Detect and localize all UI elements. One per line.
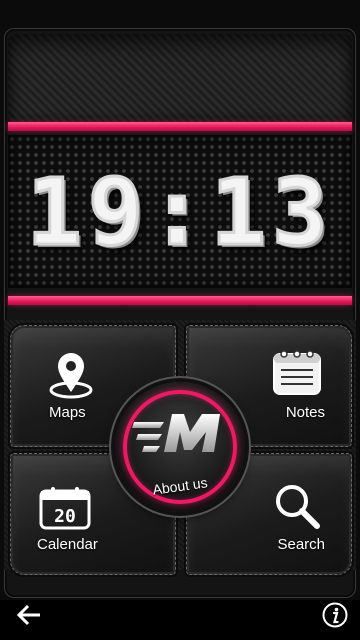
bottom-app-bar xyxy=(0,600,360,640)
carbon-header-panel xyxy=(8,34,352,126)
info-icon[interactable] xyxy=(322,602,348,628)
notepad-icon xyxy=(271,348,323,401)
brand-m-logo xyxy=(130,402,230,477)
calendar-icon: 20 xyxy=(39,486,91,535)
maps-label: Maps xyxy=(49,404,86,421)
search-label: Search xyxy=(277,536,325,553)
clock-time: 19:13 xyxy=(25,157,334,267)
top-accent-bar xyxy=(8,122,352,131)
magnifier-icon xyxy=(273,482,321,535)
map-pin-icon xyxy=(45,348,97,405)
about-us-button[interactable]: About us xyxy=(115,382,245,512)
bottom-accent-bar xyxy=(8,296,352,305)
calendar-label: Calendar xyxy=(37,536,98,553)
notes-label: Notes xyxy=(285,404,325,421)
calendar-day-text: 20 xyxy=(54,506,76,527)
back-arrow-icon[interactable] xyxy=(14,600,44,630)
